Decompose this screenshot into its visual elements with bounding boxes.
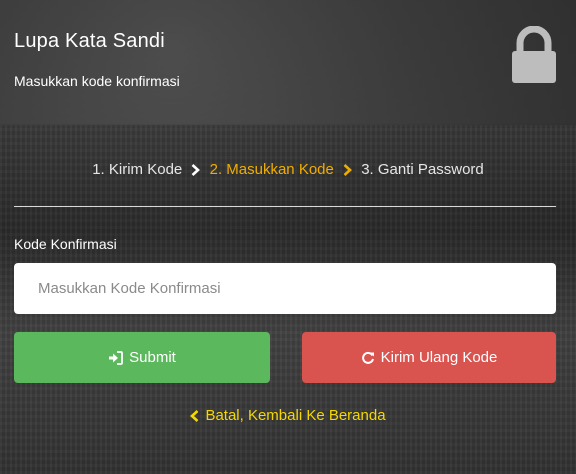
progress-steps: 1. Kirim Kode 2. Masukkan Kode 3. Ganti … [0,161,576,178]
back-to-home-link[interactable]: Batal, Kembali Ke Beranda [0,407,576,424]
page-subtitle: Masukkan kode konfirmasi [14,73,180,89]
back-link-label: Batal, Kembali Ke Beranda [205,407,386,424]
step-enter-code: 2. Masukkan Kode [209,161,334,178]
confirmation-code-label: Kode Konfirmasi [14,236,117,252]
sign-in-icon [108,350,124,365]
chevron-right-icon [343,164,352,176]
submit-button[interactable]: Submit [14,332,270,383]
chevron-left-icon [190,409,199,422]
resend-label: Kirim Ulang Kode [380,349,498,366]
chevron-right-icon [191,164,201,176]
page-title: Lupa Kata Sandi [14,30,165,52]
step-send-code: 1. Kirim Kode [92,161,183,178]
submit-label: Submit [129,349,176,366]
refresh-icon [361,351,375,365]
resend-code-button[interactable]: Kirim Ulang Kode [302,332,556,383]
step-change-password: 3. Ganti Password [361,161,484,178]
page-header: Lupa Kata Sandi Masukkan kode konfirmasi [0,0,576,125]
lock-icon [510,26,558,84]
confirmation-code-input[interactable] [14,263,556,314]
divider [14,206,556,207]
